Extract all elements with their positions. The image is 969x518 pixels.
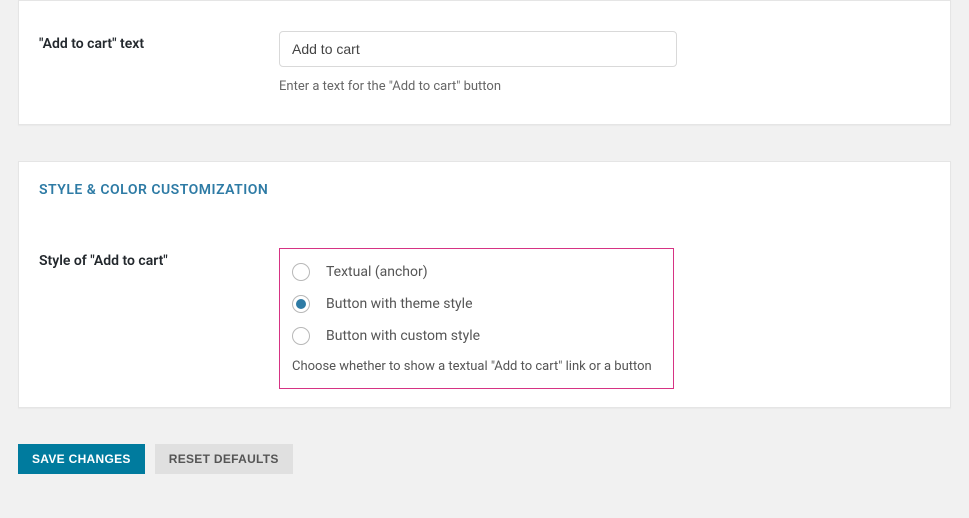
radio-option-theme-style[interactable]: Button with theme style	[292, 295, 661, 313]
radio-icon	[292, 327, 310, 345]
radio-icon	[292, 295, 310, 313]
save-button[interactable]: SAVE CHANGES	[18, 444, 145, 474]
form-control-wrap: Enter a text for the "Add to cart" butto…	[279, 31, 930, 94]
radio-label: Button with theme style	[326, 296, 473, 312]
form-row-add-to-cart-text: "Add to cart" text Enter a text for the …	[39, 31, 930, 94]
radio-icon	[292, 263, 310, 281]
style-color-panel: STYLE & COLOR CUSTOMIZATION Style of "Ad…	[18, 161, 951, 408]
style-options-highlight: Textual (anchor) Button with theme style…	[279, 248, 674, 389]
radio-option-textual[interactable]: Textual (anchor)	[292, 263, 661, 281]
add-to-cart-text-panel: "Add to cart" text Enter a text for the …	[18, 0, 951, 125]
field-label-add-to-cart-text: "Add to cart" text	[39, 31, 279, 52]
reset-defaults-button[interactable]: RESET DEFAULTS	[155, 444, 293, 474]
help-text-add-to-cart: Enter a text for the "Add to cart" butto…	[279, 79, 930, 94]
radio-label: Button with custom style	[326, 328, 480, 344]
form-control-wrap-style: Textual (anchor) Button with theme style…	[279, 248, 930, 389]
field-label-style: Style of "Add to cart"	[39, 248, 279, 269]
form-row-style: Style of "Add to cart" Textual (anchor) …	[39, 248, 930, 389]
radio-label: Textual (anchor)	[326, 264, 428, 280]
add-to-cart-text-input[interactable]	[279, 31, 677, 67]
section-title-style-color: STYLE & COLOR CUSTOMIZATION	[39, 182, 930, 198]
radio-option-custom-style[interactable]: Button with custom style	[292, 327, 661, 345]
actions-bar: SAVE CHANGES RESET DEFAULTS	[18, 444, 951, 474]
help-text-style: Choose whether to show a textual "Add to…	[292, 359, 661, 374]
